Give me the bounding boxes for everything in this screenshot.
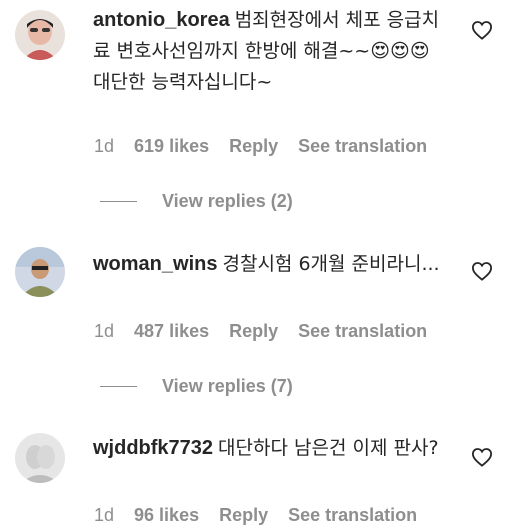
likes-count[interactable]: 619 likes (134, 136, 209, 157)
comment-body: woman_wins 경찰시험 6개월 준비라니... (93, 249, 453, 280)
comment-body: wjddbfk7732 대단하다 남은건 이제 판사? (93, 433, 453, 464)
reply-button[interactable]: Reply (229, 136, 278, 157)
heart-outline-icon[interactable] (471, 447, 493, 467)
view-replies-label: View replies (2) (162, 191, 293, 211)
comment-meta: 1d 487 likes Reply See translation (94, 321, 427, 342)
see-translation-button[interactable]: See translation (298, 321, 427, 342)
reply-button[interactable]: Reply (219, 505, 268, 526)
comment-meta: 1d 619 likes Reply See translation (94, 136, 427, 157)
view-replies-label: View replies (7) (162, 376, 293, 396)
view-replies-button[interactable]: View replies (7) (100, 376, 293, 397)
comment-text: 경찰시험 6개월 준비라니... (222, 253, 440, 275)
comment-text: 대단하다 남은건 이제 판사? (218, 437, 439, 459)
comment-username[interactable]: wjddbfk7732 (93, 437, 213, 459)
reply-button[interactable]: Reply (229, 321, 278, 342)
avatar[interactable] (15, 247, 65, 297)
likes-count[interactable]: 96 likes (134, 505, 199, 526)
comment-body: antonio_korea 범죄현장에서 체포 응급치료 변호사선임까지 한방에 … (93, 5, 453, 98)
comment-username[interactable]: woman_wins (93, 253, 217, 275)
view-replies-button[interactable]: View replies (2) (100, 191, 293, 212)
comment-username[interactable]: antonio_korea (93, 9, 230, 31)
divider (100, 201, 137, 202)
comment-meta: 1d 96 likes Reply See translation (94, 505, 417, 526)
heart-outline-icon[interactable] (471, 20, 493, 40)
avatar[interactable] (15, 10, 65, 60)
heart-outline-icon[interactable] (471, 261, 493, 281)
see-translation-button[interactable]: See translation (298, 136, 427, 157)
likes-count[interactable]: 487 likes (134, 321, 209, 342)
comment-time: 1d (94, 505, 115, 525)
divider (100, 386, 137, 387)
avatar[interactable] (15, 433, 65, 483)
comment-time: 1d (94, 321, 115, 341)
comment-time: 1d (94, 136, 115, 156)
see-translation-button[interactable]: See translation (288, 505, 417, 526)
